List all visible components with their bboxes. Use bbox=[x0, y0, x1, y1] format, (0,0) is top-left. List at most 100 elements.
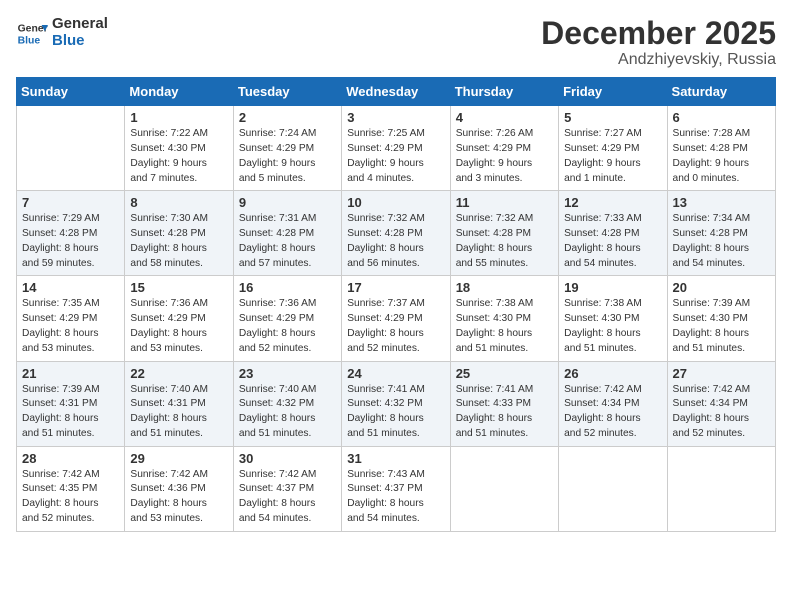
calendar-cell: 4 Sunrise: 7:26 AM Sunset: 4:29 PM Daylig… bbox=[450, 106, 558, 191]
calendar-week-row: 7 Sunrise: 7:29 AM Sunset: 4:28 PM Daylig… bbox=[17, 191, 776, 276]
calendar-cell bbox=[17, 106, 125, 191]
calendar-body: 1 Sunrise: 7:22 AM Sunset: 4:30 PM Daylig… bbox=[17, 106, 776, 532]
day-number: 26 bbox=[564, 366, 661, 381]
calendar-header: SundayMondayTuesdayWednesdayThursdayFrid… bbox=[17, 78, 776, 106]
title-block: December 2025 Andzhiyevskiy, Russia bbox=[541, 16, 776, 69]
weekday-header: Friday bbox=[559, 78, 667, 106]
calendar-cell: 2Sunrise: 7:24 AM Sunset: 4:29 PM Daylig… bbox=[233, 106, 341, 191]
calendar-cell: 14Sunrise: 7:35 AM Sunset: 4:29 PM Dayli… bbox=[17, 276, 125, 361]
header-row: SundayMondayTuesdayWednesdayThursdayFrid… bbox=[17, 78, 776, 106]
calendar-cell: 8Sunrise: 7:30 AM Sunset: 4:28 PM Daylig… bbox=[125, 191, 233, 276]
cell-info: Sunrise: 7:42 AM Sunset: 4:34 PM Dayligh… bbox=[564, 383, 661, 442]
calendar-cell: 9 Sunrise: 7:31 AM Sunset: 4:28 PM Daylig… bbox=[233, 191, 341, 276]
calendar-cell: 30 Sunrise: 7:42 AM Sunset: 4:37 PM Dayli… bbox=[233, 446, 341, 531]
weekday-header: Tuesday bbox=[233, 78, 341, 106]
day-number: 22 bbox=[130, 366, 227, 381]
calendar-cell: 22Sunrise: 7:40 AM Sunset: 4:31 PM Dayli… bbox=[125, 361, 233, 446]
cell-info: Sunrise: 7:28 AM Sunset: 4:28 PM Dayligh… bbox=[673, 127, 770, 186]
calendar-cell bbox=[450, 446, 558, 531]
logo-icon: General Blue bbox=[16, 17, 48, 49]
calendar-cell: 1 Sunrise: 7:22 AM Sunset: 4:30 PM Daylig… bbox=[125, 106, 233, 191]
cell-info: Sunrise: 7:33 AM Sunset: 4:28 PM Dayligh… bbox=[564, 212, 661, 271]
day-number: 24 bbox=[347, 366, 444, 381]
calendar-cell: 19 Sunrise: 7:38 AM Sunset: 4:30 PM Dayli… bbox=[559, 276, 667, 361]
cell-info: Sunrise: 7:42 AM Sunset: 4:34 PM Dayligh… bbox=[673, 383, 770, 442]
calendar-table: SundayMondayTuesdayWednesdayThursdayFrid… bbox=[16, 77, 776, 532]
page-header: General Blue General Blue December 2025 … bbox=[16, 16, 776, 69]
cell-info: Sunrise: 7:30 AM Sunset: 4:28 PM Dayligh… bbox=[130, 212, 227, 271]
day-number: 14 bbox=[22, 280, 119, 295]
calendar-cell bbox=[667, 446, 775, 531]
calendar-cell: 13 Sunrise: 7:34 AM Sunset: 4:28 PM Dayli… bbox=[667, 191, 775, 276]
cell-info: Sunrise: 7:41 AM Sunset: 4:33 PM Dayligh… bbox=[456, 383, 553, 442]
cell-info: Sunrise: 7:32 AM Sunset: 4:28 PM Dayligh… bbox=[347, 212, 444, 271]
day-number: 15 bbox=[130, 280, 227, 295]
calendar-cell: 23 Sunrise: 7:40 AM Sunset: 4:32 PM Dayli… bbox=[233, 361, 341, 446]
calendar-cell: 21Sunrise: 7:39 AM Sunset: 4:31 PM Dayli… bbox=[17, 361, 125, 446]
calendar-week-row: 21Sunrise: 7:39 AM Sunset: 4:31 PM Dayli… bbox=[17, 361, 776, 446]
cell-info: Sunrise: 7:26 AM Sunset: 4:29 PM Dayligh… bbox=[456, 127, 553, 186]
cell-info: Sunrise: 7:22 AM Sunset: 4:30 PM Dayligh… bbox=[130, 127, 227, 186]
weekday-header: Saturday bbox=[667, 78, 775, 106]
calendar-cell: 28 Sunrise: 7:42 AM Sunset: 4:35 PM Dayli… bbox=[17, 446, 125, 531]
calendar-week-row: 28 Sunrise: 7:42 AM Sunset: 4:35 PM Dayli… bbox=[17, 446, 776, 531]
calendar-cell: 26 Sunrise: 7:42 AM Sunset: 4:34 PM Dayli… bbox=[559, 361, 667, 446]
calendar-cell: 20 Sunrise: 7:39 AM Sunset: 4:30 PM Dayli… bbox=[667, 276, 775, 361]
day-number: 31 bbox=[347, 451, 444, 466]
cell-info: Sunrise: 7:36 AM Sunset: 4:29 PM Dayligh… bbox=[239, 297, 336, 356]
calendar-cell: 18 Sunrise: 7:38 AM Sunset: 4:30 PM Dayli… bbox=[450, 276, 558, 361]
cell-info: Sunrise: 7:42 AM Sunset: 4:36 PM Dayligh… bbox=[130, 468, 227, 527]
cell-info: Sunrise: 7:39 AM Sunset: 4:30 PM Dayligh… bbox=[673, 297, 770, 356]
cell-info: Sunrise: 7:38 AM Sunset: 4:30 PM Dayligh… bbox=[456, 297, 553, 356]
calendar-cell: 27Sunrise: 7:42 AM Sunset: 4:34 PM Dayli… bbox=[667, 361, 775, 446]
month-title: December 2025 bbox=[541, 16, 776, 51]
day-number: 18 bbox=[456, 280, 553, 295]
logo: General Blue General Blue bbox=[16, 16, 108, 49]
cell-info: Sunrise: 7:29 AM Sunset: 4:28 PM Dayligh… bbox=[22, 212, 119, 271]
calendar-cell: 12 Sunrise: 7:33 AM Sunset: 4:28 PM Dayli… bbox=[559, 191, 667, 276]
cell-info: Sunrise: 7:38 AM Sunset: 4:30 PM Dayligh… bbox=[564, 297, 661, 356]
day-number: 20 bbox=[673, 280, 770, 295]
calendar-cell: 29Sunrise: 7:42 AM Sunset: 4:36 PM Dayli… bbox=[125, 446, 233, 531]
day-number: 11 bbox=[456, 195, 553, 210]
day-number: 9 bbox=[239, 195, 336, 210]
day-number: 7 bbox=[22, 195, 119, 210]
day-number: 13 bbox=[673, 195, 770, 210]
location: Andzhiyevskiy, Russia bbox=[541, 51, 776, 69]
calendar-cell: 16 Sunrise: 7:36 AM Sunset: 4:29 PM Dayli… bbox=[233, 276, 341, 361]
cell-info: Sunrise: 7:24 AM Sunset: 4:29 PM Dayligh… bbox=[239, 127, 336, 186]
logo-blue: Blue bbox=[52, 33, 108, 50]
cell-info: Sunrise: 7:42 AM Sunset: 4:37 PM Dayligh… bbox=[239, 468, 336, 527]
cell-info: Sunrise: 7:40 AM Sunset: 4:32 PM Dayligh… bbox=[239, 383, 336, 442]
calendar-cell: 24 Sunrise: 7:41 AM Sunset: 4:32 PM Dayli… bbox=[342, 361, 450, 446]
day-number: 23 bbox=[239, 366, 336, 381]
weekday-header: Wednesday bbox=[342, 78, 450, 106]
cell-info: Sunrise: 7:32 AM Sunset: 4:28 PM Dayligh… bbox=[456, 212, 553, 271]
cell-info: Sunrise: 7:25 AM Sunset: 4:29 PM Dayligh… bbox=[347, 127, 444, 186]
day-number: 19 bbox=[564, 280, 661, 295]
day-number: 10 bbox=[347, 195, 444, 210]
day-number: 4 bbox=[456, 110, 553, 125]
calendar-cell: 11 Sunrise: 7:32 AM Sunset: 4:28 PM Dayli… bbox=[450, 191, 558, 276]
cell-info: Sunrise: 7:42 AM Sunset: 4:35 PM Dayligh… bbox=[22, 468, 119, 527]
svg-text:Blue: Blue bbox=[18, 35, 41, 46]
cell-info: Sunrise: 7:34 AM Sunset: 4:28 PM Dayligh… bbox=[673, 212, 770, 271]
calendar-cell: 7 Sunrise: 7:29 AM Sunset: 4:28 PM Daylig… bbox=[17, 191, 125, 276]
cell-info: Sunrise: 7:41 AM Sunset: 4:32 PM Dayligh… bbox=[347, 383, 444, 442]
weekday-header: Sunday bbox=[17, 78, 125, 106]
cell-info: Sunrise: 7:43 AM Sunset: 4:37 PM Dayligh… bbox=[347, 468, 444, 527]
day-number: 30 bbox=[239, 451, 336, 466]
cell-info: Sunrise: 7:27 AM Sunset: 4:29 PM Dayligh… bbox=[564, 127, 661, 186]
calendar-cell: 3 Sunrise: 7:25 AM Sunset: 4:29 PM Daylig… bbox=[342, 106, 450, 191]
day-number: 16 bbox=[239, 280, 336, 295]
calendar-cell: 17Sunrise: 7:37 AM Sunset: 4:29 PM Dayli… bbox=[342, 276, 450, 361]
cell-info: Sunrise: 7:31 AM Sunset: 4:28 PM Dayligh… bbox=[239, 212, 336, 271]
day-number: 5 bbox=[564, 110, 661, 125]
day-number: 12 bbox=[564, 195, 661, 210]
calendar-cell: 25Sunrise: 7:41 AM Sunset: 4:33 PM Dayli… bbox=[450, 361, 558, 446]
cell-info: Sunrise: 7:36 AM Sunset: 4:29 PM Dayligh… bbox=[130, 297, 227, 356]
day-number: 1 bbox=[130, 110, 227, 125]
calendar-week-row: 14Sunrise: 7:35 AM Sunset: 4:29 PM Dayli… bbox=[17, 276, 776, 361]
day-number: 3 bbox=[347, 110, 444, 125]
day-number: 28 bbox=[22, 451, 119, 466]
